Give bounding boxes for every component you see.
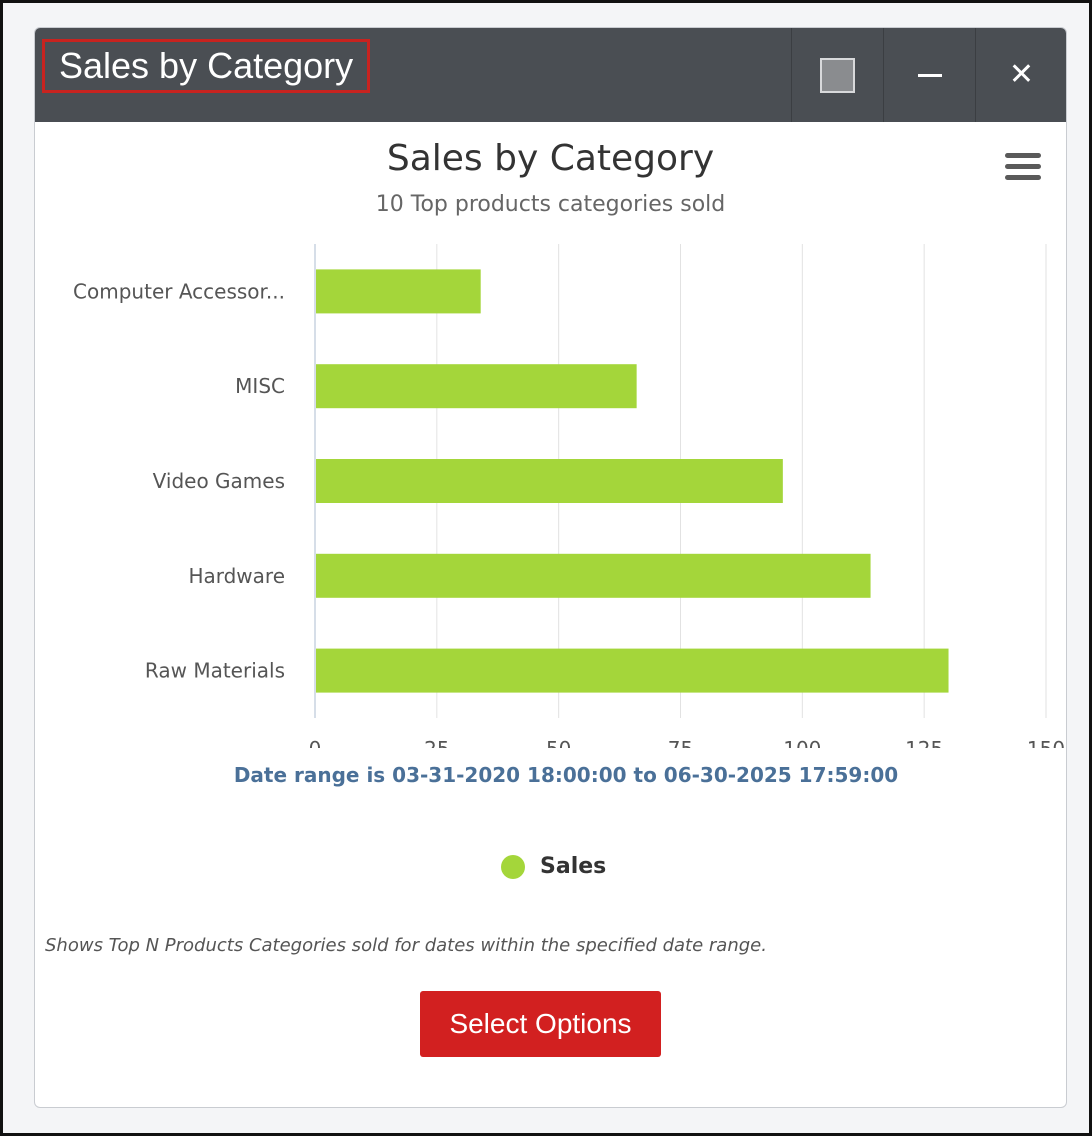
legend-marker (501, 854, 525, 879)
bar-hardware[interactable] (316, 553, 871, 598)
legend-label: Sales (540, 854, 607, 879)
x-tick-label: 125 (905, 737, 943, 748)
x-tick-label: 100 (783, 737, 821, 748)
bar-chart: 0 25 50 75 100 125 150 Computer Accessor... MISC… (73, 244, 1065, 748)
description-note: Shows Top N Products Categories sold for… (45, 935, 767, 956)
bar-computer-accessor[interactable] (316, 269, 481, 314)
x-tick-label: 25 (424, 737, 449, 748)
y-category-label: Hardware (188, 564, 285, 588)
x-tick-label: 150 (1027, 737, 1065, 748)
x-tick-label: 0 (309, 737, 322, 748)
bar-video-games[interactable] (316, 459, 783, 503)
x-tick-label: 75 (668, 737, 693, 748)
sales-widget: Sales by Category ✕ Sales by Category 10… (34, 27, 1067, 1108)
date-range-label: Date range is 03-31-2020 18:00:00 to 06-… (233, 763, 899, 787)
legend-item-sales[interactable]: Sales (501, 854, 606, 879)
x-tick-label: 50 (546, 737, 571, 748)
bar-misc[interactable] (316, 364, 637, 409)
y-category-label: Video Games (153, 469, 285, 493)
y-category-label: Computer Accessor... (73, 279, 285, 303)
y-category-label: Raw Materials (145, 659, 285, 683)
screenshot-frame: Sales by Category ✕ Sales by Category 10… (0, 0, 1092, 1136)
select-options-button[interactable]: Select Options (420, 991, 661, 1057)
bar-raw-materials[interactable] (316, 648, 949, 693)
y-category-label: MISC (235, 374, 285, 398)
